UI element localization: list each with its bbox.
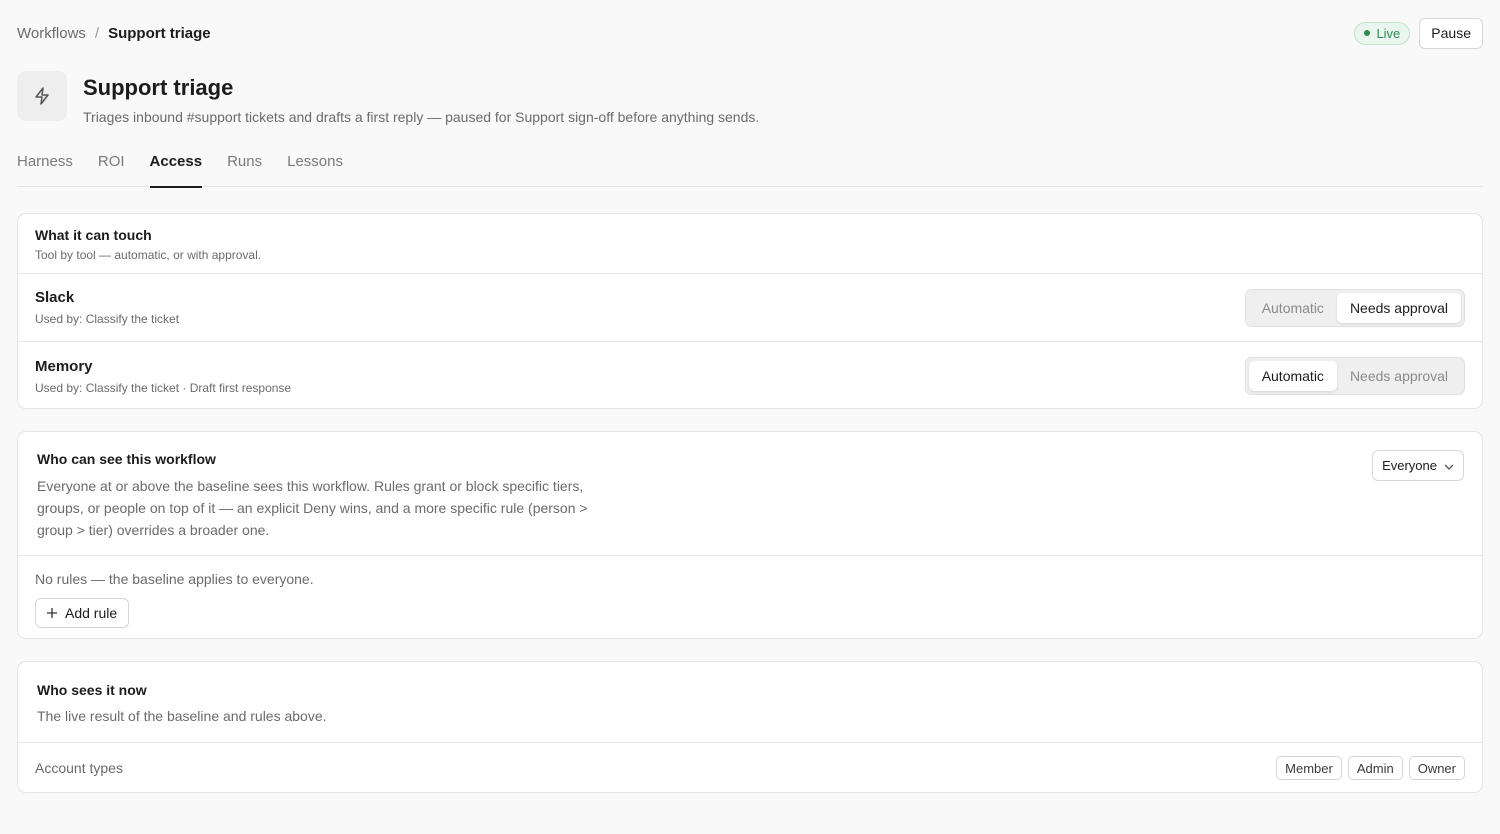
visibility-card: Who can see this workflow Everyone at or… <box>17 431 1483 639</box>
who-sees-subtitle: The live result of the baseline and rule… <box>37 708 327 724</box>
who-sees-card: Who sees it now The live result of the b… <box>17 661 1483 793</box>
tab-bar: Harness ROI Access Runs Lessons <box>17 153 1483 188</box>
tool-row-slack: Slack Used by: Classify the ticket Autom… <box>18 274 1482 342</box>
page-description: Triages inbound #support tickets and dra… <box>83 109 760 125</box>
tool-access-subtitle: Tool by tool — automatic, or with approv… <box>35 248 262 262</box>
account-type-chip: Owner <box>1408 756 1465 780</box>
breadcrumb: Workflows / Support triage <box>17 25 211 42</box>
tab-access[interactable]: Access <box>149 153 202 188</box>
baseline-value: Everyone <box>1382 458 1437 473</box>
tool-name: Slack <box>35 289 75 306</box>
automatic-option[interactable]: Automatic <box>1249 293 1337 323</box>
add-rule-button[interactable]: Add rule <box>35 598 130 628</box>
lightning-bolt-icon <box>17 71 67 121</box>
baseline-select[interactable]: Everyone <box>1372 450 1464 481</box>
top-bar: Workflows / Support triage Live Pause <box>17 17 1483 49</box>
approval-toggle: Automatic Needs approval <box>1244 357 1465 395</box>
account-type-chip: Admin <box>1347 756 1403 780</box>
add-rule-label: Add rule <box>65 605 118 621</box>
visibility-title: Who can see this workflow <box>37 451 216 467</box>
visibility-description: Everyone at or above the baseline sees t… <box>37 478 588 538</box>
status-badge: Live <box>1354 21 1411 45</box>
tool-used-by: Used by: Classify the ticket · Draft fir… <box>35 380 292 395</box>
tool-access-card: What it can touch Tool by tool — automat… <box>17 213 1483 409</box>
plus-icon <box>47 605 57 621</box>
page-title: Support triage <box>83 75 234 100</box>
breadcrumb-separator: / <box>94 24 100 42</box>
needs-approval-option[interactable]: Needs approval <box>1337 361 1461 391</box>
top-actions: Live Pause <box>1354 17 1483 49</box>
breadcrumb-current: Support triage <box>108 24 211 42</box>
workflow-header: Support triage Triages inbound #support … <box>17 71 759 125</box>
account-type-chip: Member <box>1276 756 1342 780</box>
tool-row-memory: Memory Used by: Classify the ticket · Dr… <box>18 342 1482 410</box>
needs-approval-option[interactable]: Needs approval <box>1336 292 1461 323</box>
tool-used-by: Used by: Classify the ticket <box>35 312 180 326</box>
tab-harness[interactable]: Harness <box>17 153 73 187</box>
account-types-label: Account types <box>35 760 123 776</box>
tab-lessons[interactable]: Lessons <box>287 153 343 187</box>
who-sees-title: Who sees it now <box>37 682 147 698</box>
automatic-option[interactable]: Automatic <box>1248 361 1337 391</box>
live-dot-icon <box>1364 30 1371 36</box>
approval-toggle: Automatic Needs approval <box>1244 288 1465 327</box>
tab-roi[interactable]: ROI <box>98 153 125 187</box>
account-type-chips: Member Admin Owner <box>1276 756 1465 780</box>
tab-runs[interactable]: Runs <box>227 153 262 187</box>
breadcrumb-workflows-link[interactable]: Workflows <box>17 25 86 42</box>
pause-button[interactable]: Pause <box>1419 17 1483 49</box>
no-rules-text: No rules — the baseline applies to every… <box>35 571 314 587</box>
tool-access-title: What it can touch <box>35 227 152 243</box>
status-label: Live <box>1376 25 1401 41</box>
chevron-down-icon <box>1444 458 1454 473</box>
tool-name: Memory <box>35 357 93 375</box>
